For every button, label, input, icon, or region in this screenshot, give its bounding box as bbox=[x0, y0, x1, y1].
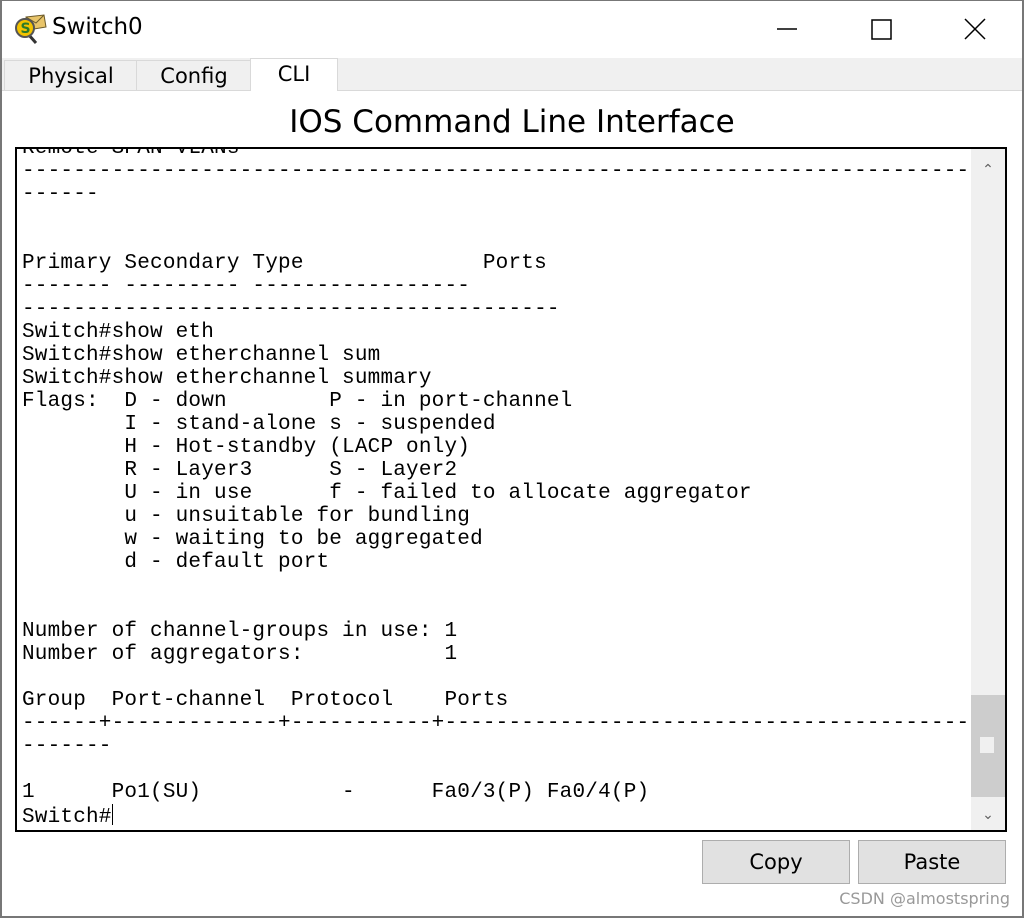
terminal-line: ----------------------------------------… bbox=[22, 298, 560, 321]
svg-text:S: S bbox=[21, 21, 31, 37]
terminal-line: Switch#show eth bbox=[22, 321, 215, 344]
page-title: IOS Command Line Interface bbox=[289, 104, 735, 140]
terminal-line: ------- bbox=[22, 735, 112, 758]
text-cursor bbox=[111, 804, 113, 825]
terminal-prompt-line[interactable]: Switch# bbox=[22, 804, 969, 829]
copy-button[interactable]: Copy bbox=[702, 840, 850, 884]
cli-terminal[interactable]: Remote SPAN VLANs -----------------------… bbox=[15, 147, 1007, 832]
terminal-prompt: Switch# bbox=[22, 806, 112, 829]
minimize-icon[interactable] bbox=[764, 12, 810, 48]
terminal-line: ------- --------- ----------------- bbox=[22, 275, 471, 298]
terminal-line: H - Hot-standby (LACP only) bbox=[22, 436, 471, 459]
terminal-line: u - unsuitable for bundling bbox=[22, 505, 471, 528]
title-bar: S Switch0 bbox=[0, 0, 1024, 58]
watermark: CSDN @almostspring bbox=[839, 889, 1010, 908]
terminal-line: ------ bbox=[22, 183, 99, 206]
close-icon[interactable] bbox=[952, 12, 998, 48]
terminal-line: d - default port bbox=[22, 551, 330, 574]
tab-physical[interactable]: Physical bbox=[4, 60, 138, 90]
scroll-down-icon[interactable]: ⌄ bbox=[971, 802, 1005, 828]
switch-device-icon: S bbox=[15, 14, 47, 44]
scrollbar[interactable]: ⌃ ⌄ bbox=[971, 149, 1005, 830]
terminal-line: R - Layer3 S - Layer2 bbox=[22, 459, 458, 482]
scroll-thumb[interactable] bbox=[971, 695, 1005, 797]
terminal-line: Group Port-channel Protocol Ports bbox=[22, 689, 509, 712]
maximize-icon[interactable] bbox=[858, 12, 904, 48]
terminal-line: I - stand-alone s - suspended bbox=[22, 413, 496, 436]
tab-config[interactable]: Config bbox=[136, 60, 252, 90]
window-title: Switch0 bbox=[52, 14, 143, 40]
paste-button[interactable]: Paste bbox=[858, 840, 1006, 884]
terminal-line: 1 Po1(SU) - Fa0/3(P) Fa0/4(P) bbox=[22, 781, 650, 804]
terminal-line: Number of aggregators: 1 bbox=[22, 643, 458, 666]
terminal-line: Switch#show etherchannel summary bbox=[22, 367, 432, 390]
terminal-line: ----------------------------------------… bbox=[22, 160, 970, 183]
terminal-line: Switch#show etherchannel sum bbox=[22, 344, 381, 367]
terminal-line: Flags: D - down P - in port-channel bbox=[22, 390, 573, 413]
terminal-line: U - in use f - failed to allocate aggreg… bbox=[22, 482, 752, 505]
terminal-line: Primary Secondary Type Ports bbox=[22, 252, 547, 275]
terminal-line: Remote SPAN VLANs bbox=[22, 147, 240, 160]
tab-bar: Physical Config CLI bbox=[2, 58, 1022, 91]
terminal-output: Remote SPAN VLANs -----------------------… bbox=[22, 147, 970, 829]
terminal-line: Number of channel-groups in use: 1 bbox=[22, 620, 458, 643]
scroll-up-icon[interactable]: ⌃ bbox=[971, 157, 1005, 183]
terminal-line: w - waiting to be aggregated bbox=[22, 528, 483, 551]
terminal-line: ------+-------------+-----------+-------… bbox=[22, 712, 970, 735]
tab-cli[interactable]: CLI bbox=[250, 58, 338, 91]
